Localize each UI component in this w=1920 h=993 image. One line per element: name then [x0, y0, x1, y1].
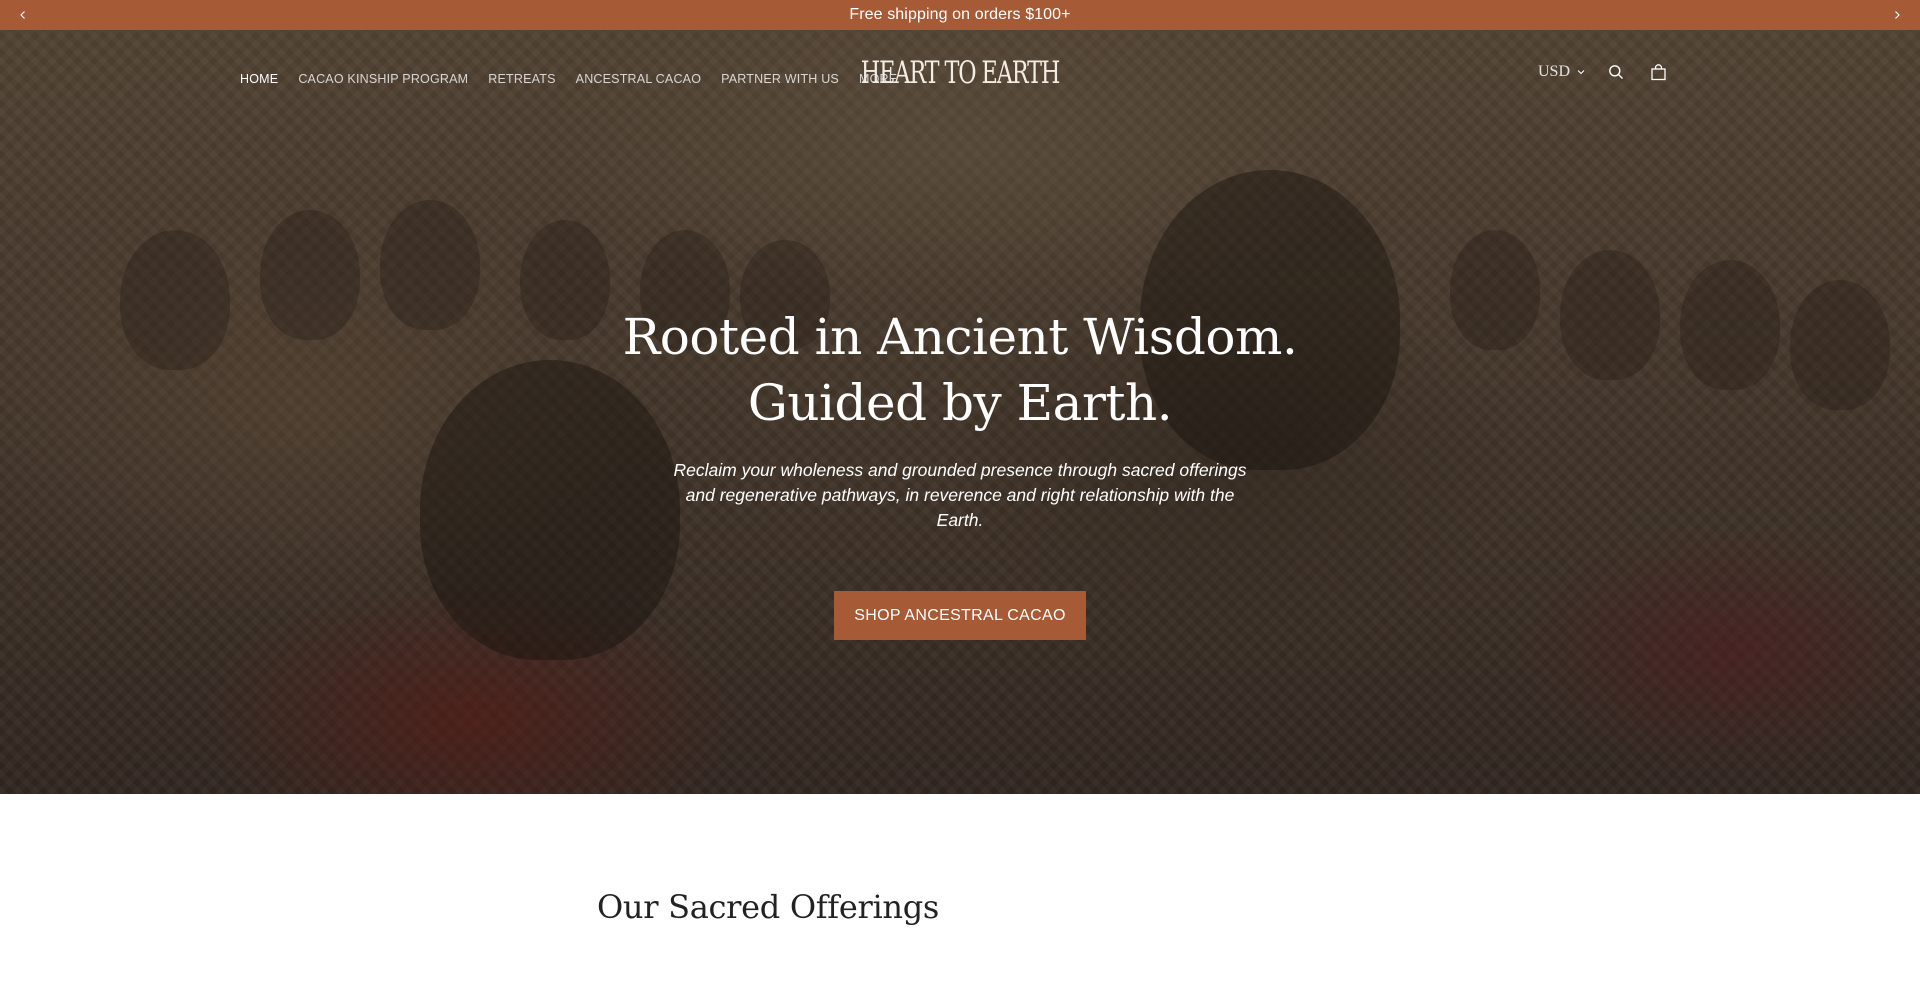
- nav-item-partner-with-us[interactable]: PARTNER WITH US: [721, 72, 839, 86]
- search-icon: [1609, 65, 1624, 79]
- chevron-down-icon: [1577, 70, 1585, 75]
- cart-icon: [1650, 63, 1666, 80]
- shop-ancestral-cacao-button[interactable]: SHOP ANCESTRAL CACAO: [834, 591, 1086, 640]
- currency-label: USD: [1538, 63, 1571, 80]
- hero-title: Rooted in Ancient Wisdom. Guided by Eart…: [560, 304, 1360, 436]
- nav-item-cacao-kinship-program[interactable]: CACAO KINSHIP PROGRAM: [298, 72, 468, 86]
- nav-item-retreats[interactable]: RETREATS: [488, 72, 555, 86]
- chevron-left-icon: [20, 11, 25, 19]
- header-actions: USD: [1538, 60, 1670, 84]
- announcement-next-button[interactable]: [1882, 0, 1912, 30]
- search-button[interactable]: [1604, 60, 1628, 84]
- chevron-right-icon: [1895, 11, 1900, 19]
- hero-title-line-1: Rooted in Ancient Wisdom.: [622, 308, 1298, 366]
- sacred-offerings-heading: Our Sacred Offerings: [597, 888, 940, 926]
- nav-item-home[interactable]: HOME: [240, 72, 278, 86]
- hero-content: Rooted in Ancient Wisdom. Guided by Eart…: [560, 304, 1360, 533]
- main-nav: HOME CACAO KINSHIP PROGRAM RETREATS ANCE…: [240, 72, 897, 86]
- announcement-bar: Free shipping on orders $100+: [0, 0, 1920, 30]
- site-logo[interactable]: HEART TO EARTH: [861, 54, 1061, 92]
- announcement-prev-button[interactable]: [8, 0, 38, 30]
- currency-selector[interactable]: USD: [1538, 63, 1586, 81]
- announcement-text: Free shipping on orders $100+: [849, 6, 1071, 23]
- nav-item-ancestral-cacao[interactable]: ANCESTRAL CACAO: [576, 72, 701, 86]
- hero-subtitle: Reclaim your wholeness and grounded pres…: [673, 460, 1247, 530]
- hero-title-line-2: Guided by Earth.: [747, 374, 1173, 432]
- cart-button[interactable]: [1646, 60, 1670, 84]
